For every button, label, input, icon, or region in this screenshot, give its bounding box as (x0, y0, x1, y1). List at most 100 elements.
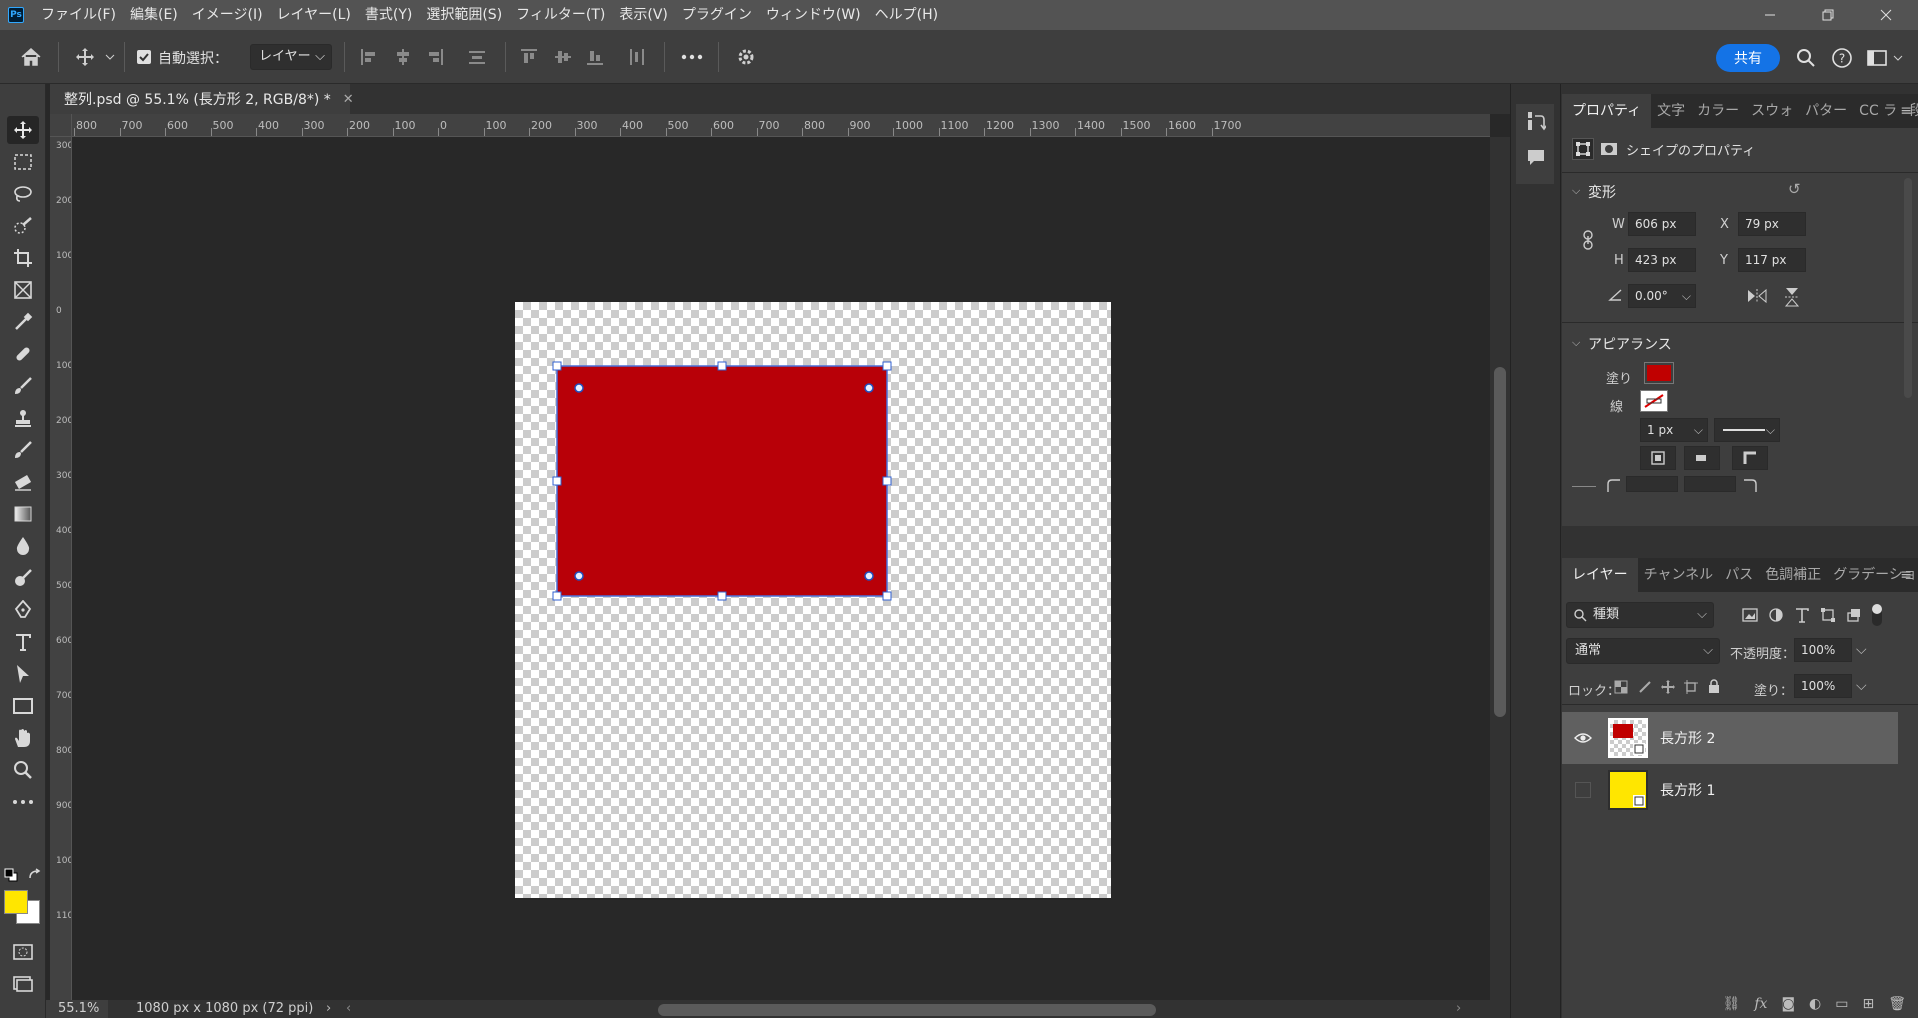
lasso-tool-icon[interactable] (7, 180, 39, 208)
panel-menu-icon[interactable]: ≡ (1900, 558, 1912, 592)
comments-panel-icon[interactable] (1526, 148, 1546, 168)
stroke-color-swatch[interactable] (1640, 390, 1668, 412)
tab-properties[interactable]: プロパティ (1562, 94, 1652, 128)
document-canvas[interactable] (515, 302, 1111, 898)
brush-tool-icon[interactable] (7, 372, 39, 400)
screen-mode-icon[interactable] (7, 970, 39, 998)
trash-icon[interactable]: 🗑 (1888, 996, 1906, 1012)
stroke-join-select[interactable] (1732, 446, 1768, 470)
align-bottom-icon[interactable] (584, 46, 606, 68)
restore-button[interactable] (1804, 0, 1852, 30)
layer-row[interactable]: 長方形 1 (1562, 764, 1898, 816)
x-field[interactable]: 79 px (1738, 212, 1806, 236)
tab-color[interactable]: カラー (1691, 94, 1745, 128)
filter-type-icon[interactable] (1794, 607, 1810, 623)
chevron-down-icon[interactable] (104, 50, 116, 64)
document-info[interactable]: 1080 px x 1080 px (72 ppi) (136, 1000, 313, 1018)
quick-selection-tool-icon[interactable] (7, 212, 39, 240)
dodge-tool-icon[interactable] (7, 564, 39, 592)
flip-vertical-icon[interactable] (1784, 286, 1800, 308)
visibility-toggle-empty[interactable] (1570, 777, 1596, 803)
clone-stamp-tool-icon[interactable] (7, 404, 39, 432)
menu-image[interactable]: イメージ(I) (185, 0, 270, 30)
healing-brush-tool-icon[interactable] (7, 340, 39, 368)
zoom-level[interactable]: 55.1% (46, 1000, 108, 1018)
share-button[interactable]: 共有 (1716, 44, 1780, 72)
align-horizontal-center-icon[interactable] (392, 46, 414, 68)
blur-tool-icon[interactable] (7, 532, 39, 560)
menu-window[interactable]: ウィンドウ(W) (759, 0, 868, 30)
gradient-tool-icon[interactable] (7, 500, 39, 528)
hand-tool-icon[interactable] (7, 724, 39, 752)
search-icon[interactable] (1794, 46, 1818, 70)
swap-colors-icon[interactable] (28, 868, 42, 882)
chevron-right-icon[interactable]: › (326, 1000, 331, 1018)
tab-swatches[interactable]: スウォ (1745, 94, 1799, 128)
more-options-icon[interactable] (678, 46, 706, 68)
reset-icon[interactable]: ↺ (1788, 180, 1801, 198)
layer-thumbnail[interactable] (1608, 718, 1648, 758)
edit-toolbar-icon[interactable] (7, 788, 39, 816)
auto-select-checkbox[interactable] (137, 50, 151, 64)
chevron-down-icon[interactable]: ⌵ (1572, 336, 1580, 350)
menu-edit[interactable]: 編集(E) (123, 0, 185, 30)
link-layers-icon[interactable]: ⛓ (1723, 996, 1741, 1012)
type-tool-icon[interactable] (7, 628, 39, 656)
align-top-icon[interactable] (518, 46, 540, 68)
pen-tool-icon[interactable] (7, 596, 39, 624)
new-layer-icon[interactable]: ⊞ (1862, 996, 1874, 1012)
chevron-down-icon[interactable] (1892, 52, 1904, 64)
layer-thumbnail[interactable] (1608, 770, 1648, 810)
filter-smart-object-icon[interactable] (1846, 607, 1862, 623)
quick-mask-icon[interactable] (7, 938, 39, 966)
layer-row[interactable]: 長方形 2 (1562, 712, 1898, 764)
move-tool-icon[interactable] (72, 44, 98, 70)
menu-type[interactable]: 書式(Y) (358, 0, 419, 30)
lock-transparent-icon[interactable] (1614, 680, 1628, 694)
tab-patterns[interactable]: パター (1799, 94, 1853, 128)
scroll-left-icon[interactable]: ‹ (346, 1000, 351, 1018)
height-field[interactable]: 423 px (1628, 248, 1696, 272)
fx-icon[interactable]: fx (1754, 996, 1767, 1012)
corner-radius-field[interactable] (1626, 476, 1678, 492)
layer-name[interactable]: 長方形 1 (1660, 780, 1715, 800)
eraser-tool-icon[interactable] (7, 468, 39, 496)
corner-radius-field[interactable] (1684, 476, 1736, 492)
filter-adjustment-icon[interactable] (1768, 607, 1784, 623)
tab-adjustments[interactable]: 色調補正 (1759, 558, 1827, 592)
align-right-icon[interactable] (424, 46, 446, 68)
panel-menu-icon[interactable]: ≡ (1900, 94, 1912, 128)
flip-horizontal-icon[interactable] (1746, 288, 1768, 304)
menu-select[interactable]: 選択範囲(S) (419, 0, 509, 30)
menu-help[interactable]: ヘルプ(H) (868, 0, 945, 30)
width-field[interactable]: 606 px (1628, 212, 1696, 236)
align-left-icon[interactable] (358, 46, 380, 68)
filter-shape-icon[interactable] (1820, 607, 1836, 623)
fill-opacity-field[interactable]: 100% (1794, 674, 1852, 698)
menu-plugins[interactable]: プラグイン (675, 0, 759, 30)
filter-pixel-icon[interactable] (1742, 608, 1758, 622)
path-selection-tool-icon[interactable] (7, 660, 39, 688)
chevron-down-icon[interactable]: ⌵ (1856, 678, 1867, 694)
lock-image-icon[interactable] (1638, 680, 1652, 694)
mask-properties-icon[interactable] (1598, 138, 1620, 160)
filter-toggle[interactable] (1872, 604, 1882, 626)
rectangle-tool-icon[interactable] (7, 692, 39, 720)
adjustment-layer-icon[interactable]: ◐ (1809, 996, 1821, 1012)
tab-character[interactable]: 文字 (1651, 94, 1691, 128)
eye-icon[interactable] (1570, 725, 1596, 751)
layer-filter-select[interactable]: 種類 ⌵ (1566, 602, 1714, 628)
marquee-tool-icon[interactable] (7, 148, 39, 176)
lock-artboard-icon[interactable] (1684, 680, 1698, 694)
tab-paths[interactable]: パス (1719, 558, 1759, 592)
zoom-tool-icon[interactable] (7, 756, 39, 784)
help-icon[interactable]: ? (1830, 46, 1854, 70)
link-icon[interactable] (1582, 230, 1596, 250)
vertical-ruler[interactable]: 3002001000100200300400500600700800900100… (50, 137, 72, 1003)
move-tool-icon[interactable] (7, 116, 39, 144)
new-group-icon[interactable]: ▭ (1835, 996, 1848, 1012)
menu-view[interactable]: 表示(V) (612, 0, 675, 30)
layer-name[interactable]: 長方形 2 (1660, 728, 1715, 748)
shape-properties-icon[interactable] (1572, 138, 1594, 160)
default-colors-icon[interactable] (4, 868, 18, 882)
